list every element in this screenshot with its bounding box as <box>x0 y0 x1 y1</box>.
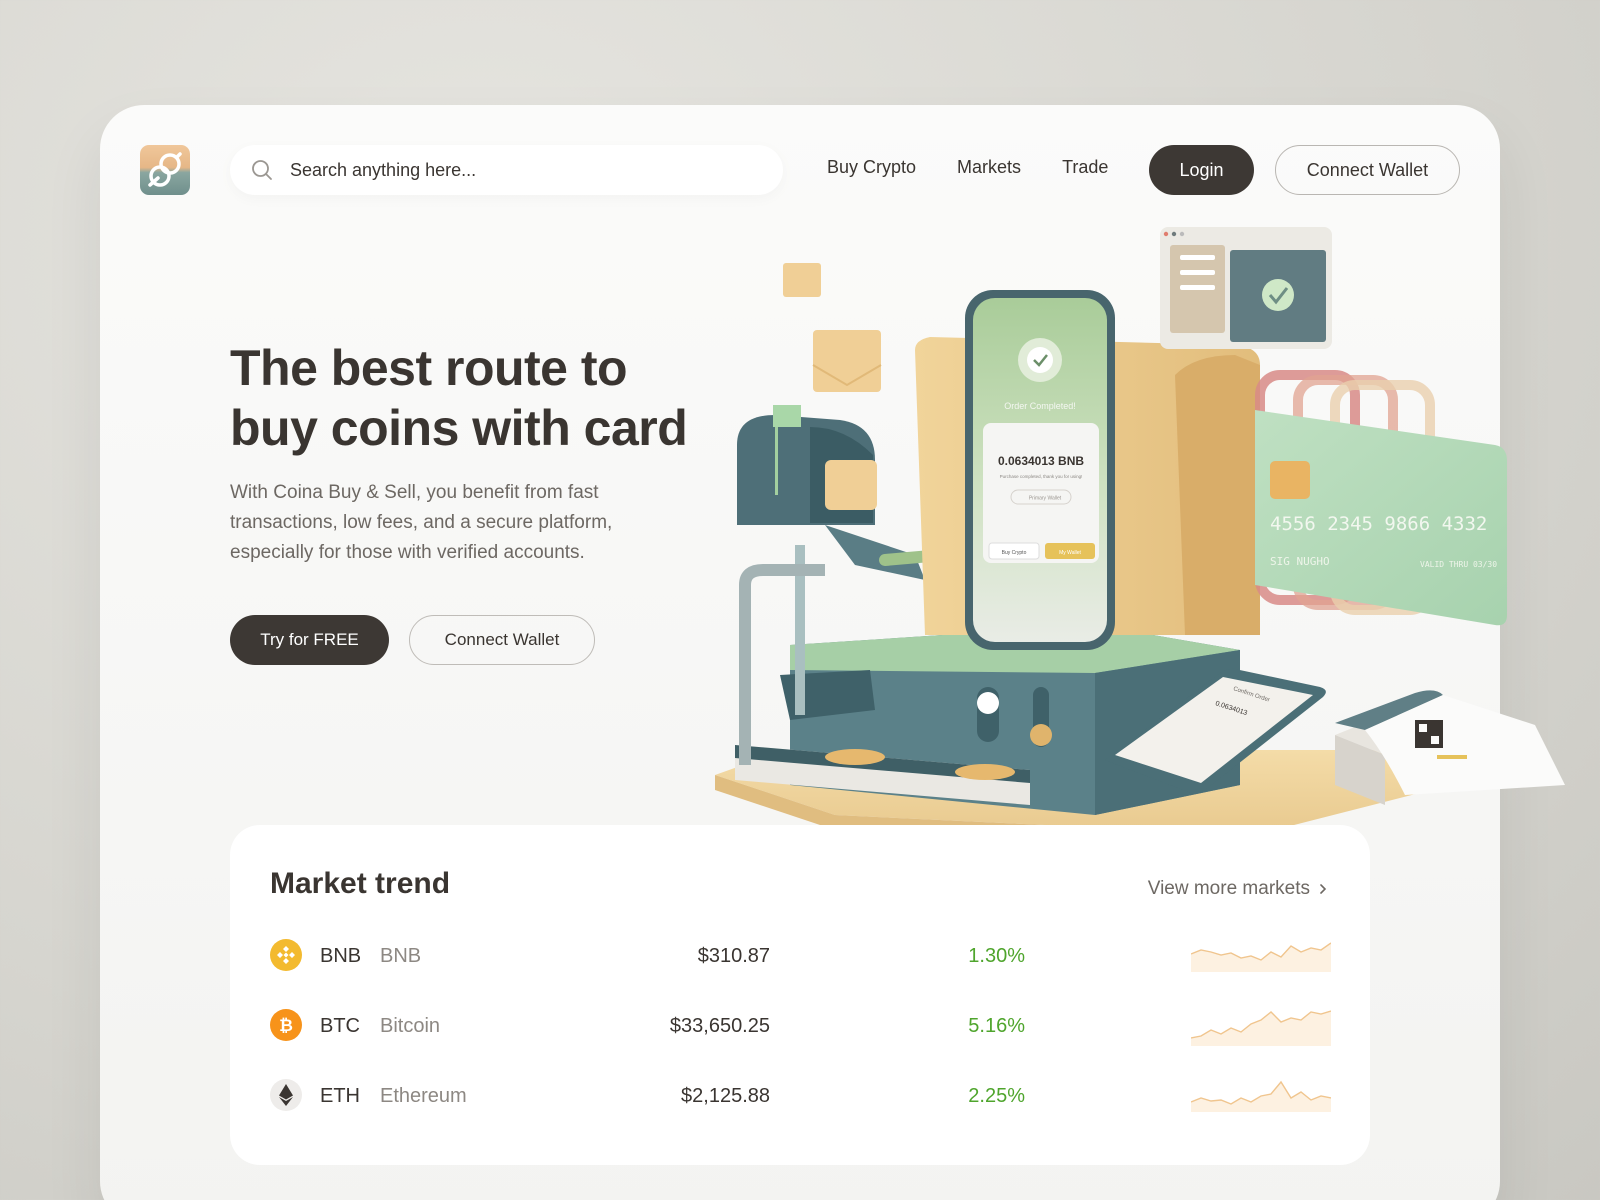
ethereum-icon <box>270 1079 302 1111</box>
bnb-icon <box>270 939 302 971</box>
market-trend-title: Market trend <box>270 867 451 900</box>
market-trend-panel: Market trend View more markets BNB BNB $… <box>230 825 1370 1165</box>
hero-connect-wallet-button[interactable]: Connect Wallet <box>409 615 595 665</box>
coina-logo[interactable] <box>140 145 190 195</box>
coin-price: $33,650.25 <box>669 1015 770 1037</box>
hero-title: The best route to buy coins with card <box>230 340 688 456</box>
coin-change: 5.16% <box>968 1015 1025 1037</box>
coin-name: Bitcoin <box>380 1015 441 1037</box>
nav-trade[interactable]: Trade <box>1062 157 1108 178</box>
coin-symbol: BNB <box>320 945 362 967</box>
svg-text:Purchase completed, thank you: Purchase completed, thank you for using! <box>1000 474 1083 479</box>
nav-buy-crypto[interactable]: Buy Crypto <box>827 157 916 178</box>
coin-name: BNB <box>380 945 422 967</box>
login-button[interactable]: Login <box>1149 145 1254 195</box>
coin-symbol: BTC <box>320 1015 360 1037</box>
connect-wallet-button[interactable]: Connect Wallet <box>1275 145 1460 195</box>
market-row-btc[interactable]: ₿ BTC Bitcoin $33,650.25 5.16% <box>270 1008 1331 1046</box>
search-bar[interactable] <box>230 145 783 195</box>
svg-text:Primary Wallet: Primary Wallet <box>1029 496 1062 502</box>
hero-illustration: 4556 2345 9866 4332 SIG NUGHO VALID THRU… <box>715 227 1565 850</box>
market-row-eth[interactable]: ETH Ethereum $2,125.88 2.25% <box>270 1078 1331 1114</box>
eth-sparkline <box>1191 1080 1331 1112</box>
search-icon <box>252 160 272 180</box>
top-nav: Buy Crypto Markets Trade <box>827 157 1149 178</box>
chevron-right-icon <box>1320 884 1327 894</box>
svg-text:Buy Crypto: Buy Crypto <box>1002 550 1027 556</box>
svg-text:VALID THRU 03/30: VALID THRU 03/30 <box>1420 560 1497 569</box>
coin-change: 2.25% <box>968 1085 1025 1107</box>
svg-text:My Wallet: My Wallet <box>1059 550 1081 556</box>
svg-text:4556 2345 9866 4332: 4556 2345 9866 4332 <box>1270 513 1487 535</box>
svg-text:Order Completed!: Order Completed! <box>1004 401 1076 411</box>
coin-name: Ethereum <box>380 1085 467 1107</box>
logo-mark-icon <box>148 152 182 187</box>
bnb-sparkline <box>1191 942 1331 972</box>
view-more-markets-link[interactable]: View more markets <box>1148 878 1328 900</box>
coin-symbol: ETH <box>320 1085 360 1107</box>
market-row-bnb[interactable]: BNB BNB $310.87 1.30% <box>270 938 1331 974</box>
bitcoin-icon: ₿ <box>270 1009 302 1041</box>
search-input[interactable] <box>290 159 710 181</box>
svg-text:SIG NUGHO: SIG NUGHO <box>1270 555 1330 568</box>
nav-markets[interactable]: Markets <box>957 157 1021 178</box>
coin-change: 1.30% <box>968 945 1025 967</box>
coin-price: $310.87 <box>697 945 770 967</box>
coin-price: $2,125.88 <box>681 1085 770 1107</box>
envelope <box>813 330 881 392</box>
btc-sparkline <box>1191 1010 1331 1046</box>
svg-text:₿: ₿ <box>279 1016 293 1036</box>
hero-description: With Coina Buy & Sell, you benefit from … <box>230 482 613 563</box>
view-more-markets-label: View more markets <box>1147 878 1310 899</box>
try-free-button[interactable]: Try for FREE <box>230 615 389 665</box>
svg-text:0.0634013 BNB: 0.0634013 BNB <box>998 454 1084 468</box>
